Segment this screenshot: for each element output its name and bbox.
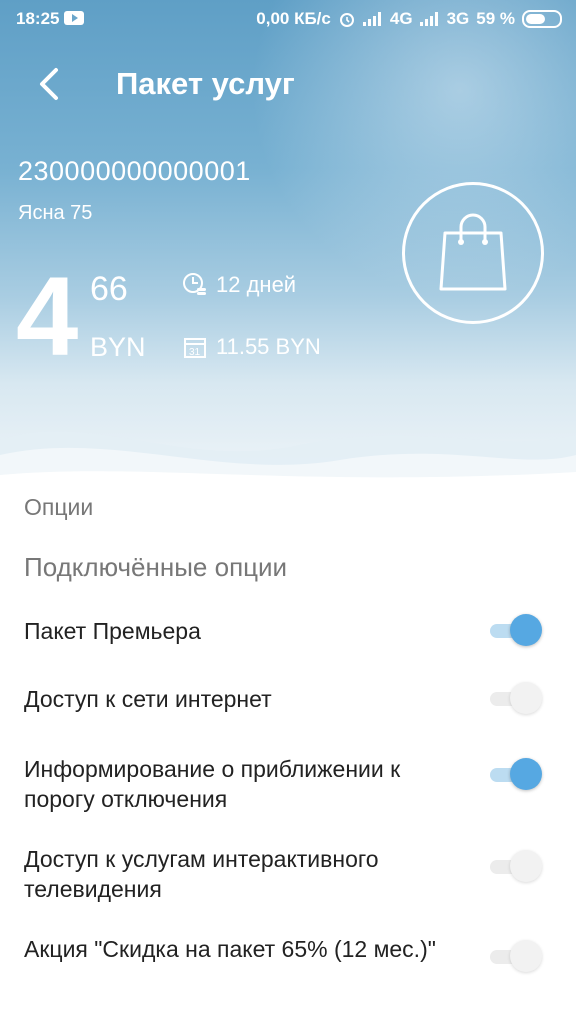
days-left-info: 12 дней: [182, 272, 296, 298]
shopping-bag-icon: [439, 213, 507, 291]
subscriber-name: Ясна 75: [18, 202, 93, 224]
battery-percent: 59 %: [476, 9, 515, 28]
balance-currency: BYN: [90, 332, 146, 362]
status-bar: 18:25 0,00 КБ/с 4G 3G 59 %: [0, 0, 576, 38]
account-number: 230000000000001: [18, 156, 251, 186]
option-toggle[interactable]: [490, 940, 542, 974]
signal-icon-2: [419, 12, 438, 26]
back-arrow-icon[interactable]: [34, 66, 70, 102]
page-title: Пакет услуг: [116, 66, 295, 101]
option-label: Пакет Премьера: [24, 618, 201, 644]
shopping-bag-badge: [402, 182, 544, 324]
option-row[interactable]: Акция "Скидка на пакет 65% (12 мес.)": [24, 934, 544, 972]
balance-fraction: 66: [90, 270, 128, 308]
monthly-fee-info: 31 11.55 BYN: [182, 334, 321, 360]
option-toggle[interactable]: [490, 682, 542, 716]
status-right: 0,00 КБ/с 4G 3G 59 %: [256, 9, 562, 29]
option-label: Информирование о приближении к порогу от…: [24, 756, 401, 812]
option-label: Акция "Скидка на пакет 65% (12 мес.)": [24, 936, 436, 962]
signal-icon-1: [362, 12, 381, 26]
alarm-icon: [339, 13, 354, 27]
option-toggle[interactable]: [490, 850, 542, 884]
battery-icon: [522, 10, 562, 28]
network-speed: 0,00 КБ/с: [256, 9, 331, 28]
days-left-text: 12 дней: [216, 272, 297, 297]
clock-coins-icon: [183, 273, 206, 295]
option-toggle[interactable]: [490, 614, 542, 648]
option-label: Доступ к услугам интерактивного телевиде…: [24, 846, 379, 902]
calendar-day: 31: [189, 347, 201, 358]
header-banner: 18:25 0,00 КБ/с 4G 3G 59 % Пакет услуг 2…: [0, 0, 576, 480]
wave-decoration: [0, 431, 576, 480]
network-type-1: 4G: [389, 9, 413, 28]
status-time: 18:25: [16, 9, 60, 28]
subsection-title: Подключённые опции: [24, 552, 288, 582]
calendar-icon: 31: [184, 338, 206, 358]
youtube-notification-icon: [64, 11, 84, 25]
balance-integer: 4: [16, 254, 79, 379]
option-row[interactable]: Информирование о приближении к порогу от…: [24, 754, 544, 814]
section-title: Опции: [24, 494, 94, 520]
monthly-fee-text: 11.55 BYN: [216, 334, 321, 359]
option-label: Доступ к сети интернет: [24, 686, 272, 712]
option-row[interactable]: Пакет Премьера: [24, 614, 544, 648]
option-toggle[interactable]: [490, 758, 542, 792]
option-row[interactable]: Доступ к услугам интерактивного телевиде…: [24, 844, 544, 904]
option-row[interactable]: Доступ к сети интернет: [24, 682, 544, 716]
network-type-2: 3G: [446, 9, 470, 28]
